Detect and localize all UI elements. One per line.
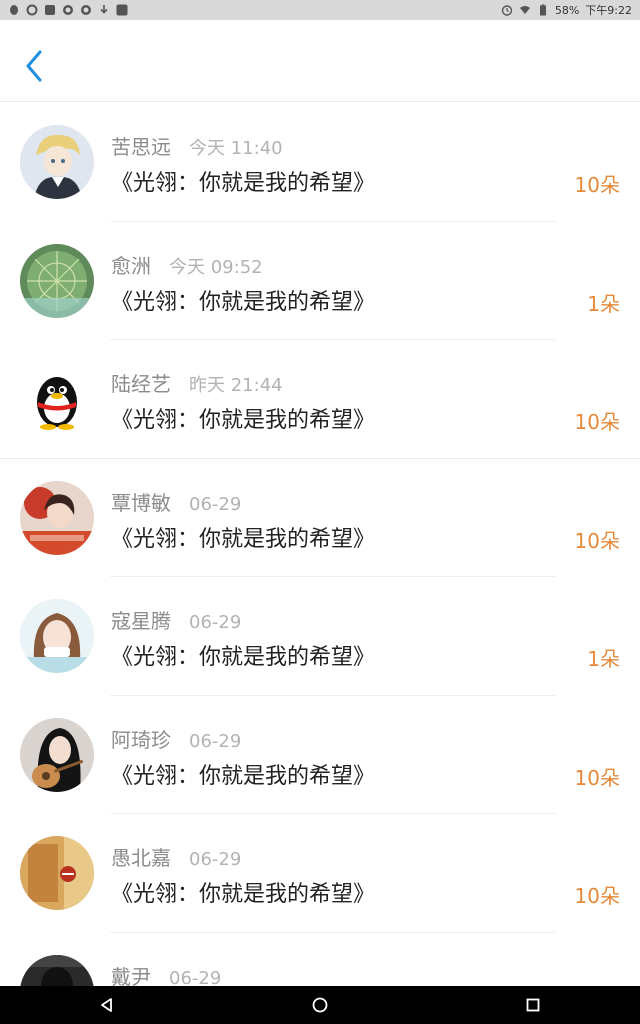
- nav-back-button[interactable]: [87, 986, 127, 1024]
- list-item[interactable]: 阿琦珍 06-29 《光翎：你就是我的希望》 10朵: [0, 696, 640, 814]
- item-meta: 寇星腾 06-29: [111, 605, 241, 634]
- q-app-icon-2: [80, 4, 92, 16]
- sync-icon: [26, 4, 38, 16]
- image-icon: [44, 4, 56, 16]
- avatar[interactable]: [20, 480, 94, 555]
- circle-home-icon: [312, 997, 328, 1013]
- list-item[interactable]: 陆经艺 昨天 21:44 《光翎：你就是我的希望》 10朵: [0, 340, 640, 459]
- item-title: 《光翎：你就是我的希望》: [111, 289, 376, 315]
- nav-recents-button[interactable]: [513, 986, 553, 1024]
- item-title: 《光翎：你就是我的希望》: [111, 763, 376, 789]
- timestamp: 今天 09:52: [169, 256, 263, 278]
- item-meta: 苦思远 今天 11:40: [111, 131, 283, 160]
- avatar[interactable]: [20, 243, 94, 318]
- item-title: 《光翎：你就是我的希望》: [111, 645, 376, 670]
- guitar-girl-avatar-icon: [20, 717, 94, 792]
- item-meta: 陆经艺 昨天 21:44: [111, 368, 283, 397]
- timestamp: 昨天 21:44: [189, 375, 283, 396]
- timestamp: 06-29: [169, 967, 222, 987]
- list-item[interactable]: 苦思远 今天 11:40 《光翎：你就是我的希望》 10朵: [0, 103, 640, 222]
- avatar[interactable]: [20, 599, 94, 673]
- user-name: 苦思远: [111, 135, 171, 159]
- timestamp: 06-29: [189, 730, 242, 752]
- girl-face-avatar-icon: [20, 599, 94, 673]
- avatar[interactable]: [20, 836, 94, 910]
- user-name: 戴尹: [111, 964, 151, 987]
- chevron-left-icon: [26, 50, 42, 82]
- flower-count: 10朵: [574, 528, 620, 553]
- item-title: 《光翎：你就是我的希望》: [111, 171, 376, 196]
- list-item[interactable]: 戴尹 06-29: [0, 933, 640, 987]
- flower-count: 1朵: [587, 291, 620, 316]
- item-meta: 戴尹 06-29: [111, 961, 221, 987]
- wifi-icon: [519, 4, 531, 16]
- user-name: 覃博敏: [111, 490, 171, 515]
- q-app-icon: [62, 4, 74, 16]
- flower-count: 1朵: [587, 647, 620, 671]
- anime-boy-avatar-icon: [20, 125, 94, 199]
- timestamp: 06-29: [189, 612, 242, 633]
- flower-count: 10朵: [574, 410, 620, 434]
- flower-count: 10朵: [574, 884, 620, 908]
- square-recents-icon: [526, 998, 540, 1012]
- list-item[interactable]: 覃博敏 06-29 《光翎：你就是我的希望》 10朵: [0, 459, 640, 577]
- cactus-avatar-icon: [20, 243, 94, 318]
- item-meta: 愈洲 今天 09:52: [111, 250, 263, 279]
- item-title: 《光翎：你就是我的希望》: [111, 526, 376, 552]
- qq-penguin-avatar-icon: [20, 362, 94, 436]
- avatar[interactable]: [20, 362, 94, 436]
- battery-percent: 58%: [554, 3, 580, 17]
- item-title: 《光翎：你就是我的希望》: [111, 408, 376, 433]
- alarm-icon: [501, 4, 513, 16]
- clock: 下午9:22: [585, 4, 632, 17]
- back-button[interactable]: [14, 42, 54, 90]
- item-meta: 愚北嘉 06-29: [111, 842, 241, 871]
- item-meta: 阿琦珍 06-29: [111, 724, 241, 753]
- flower-count: 10朵: [574, 173, 620, 197]
- user-name: 愚北嘉: [111, 846, 171, 870]
- user-name: 阿琦珍: [111, 727, 171, 752]
- status-bar: 58% 下午9:22: [0, 0, 640, 20]
- red-girl-avatar-icon: [20, 480, 94, 555]
- dark-person-avatar-icon: [20, 954, 94, 986]
- list-item[interactable]: 愚北嘉 06-29 《光翎：你就是我的希望》 10朵: [0, 814, 640, 933]
- timestamp: 06-29: [189, 493, 242, 515]
- timestamp: 06-29: [189, 849, 242, 870]
- gift-record-list: 苦思远 今天 11:40 《光翎：你就是我的希望》 10朵 愈洲 今天 09:5…: [0, 103, 640, 986]
- status-bar-notifications: [8, 4, 128, 16]
- nav-home-button[interactable]: [300, 986, 340, 1024]
- avatar[interactable]: [20, 954, 94, 986]
- app-square-icon: [116, 4, 128, 16]
- flower-count: 10朵: [574, 765, 620, 790]
- download-icon: [98, 4, 110, 16]
- list-item[interactable]: 愈洲 今天 09:52 《光翎：你就是我的希望》 1朵: [0, 222, 640, 340]
- header: [0, 20, 640, 102]
- street-wall-avatar-icon: [20, 836, 94, 910]
- status-bar-system: 58% 下午9:22: [501, 2, 632, 18]
- user-name: 寇星腾: [111, 609, 171, 633]
- navigation-bar: [0, 986, 640, 1024]
- triangle-back-icon: [100, 998, 112, 1012]
- item-meta: 覃博敏 06-29: [111, 487, 241, 516]
- avatar[interactable]: [20, 717, 94, 792]
- timestamp: 今天 11:40: [189, 138, 283, 159]
- list-item[interactable]: 寇星腾 06-29 《光翎：你就是我的希望》 1朵: [0, 577, 640, 696]
- qq-notification-icon: [8, 4, 20, 16]
- user-name: 愈洲: [111, 253, 151, 278]
- user-name: 陆经艺: [111, 372, 171, 396]
- item-title: 《光翎：你就是我的希望》: [111, 882, 376, 907]
- avatar[interactable]: [20, 125, 94, 199]
- battery-icon: [537, 4, 549, 16]
